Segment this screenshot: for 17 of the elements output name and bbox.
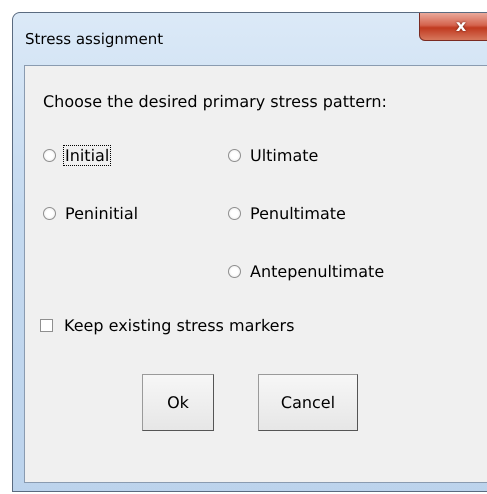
ok-button[interactable]: Ok [142,374,214,431]
radio-label: Peninitial [64,202,140,224]
window-title: Stress assignment [25,30,164,48]
radio-button[interactable] [228,206,241,220]
radio-button[interactable] [228,148,241,162]
radio-label: Penultimate [249,202,347,224]
radio-label: Initial [63,144,112,166]
checkbox[interactable] [40,319,53,332]
radio-label: Ultimate [249,144,320,166]
radio-button[interactable] [43,148,56,162]
checkbox-label: Keep existing stress markers [63,315,296,336]
prompt-text: Choose the desired primary stress pattern: [43,92,388,111]
radio-button[interactable] [228,264,241,278]
radio-label: Antepenultimate [249,260,386,282]
close-button[interactable]: x [419,13,487,41]
radio-button[interactable] [43,206,56,220]
cancel-button[interactable]: Cancel [258,374,358,431]
